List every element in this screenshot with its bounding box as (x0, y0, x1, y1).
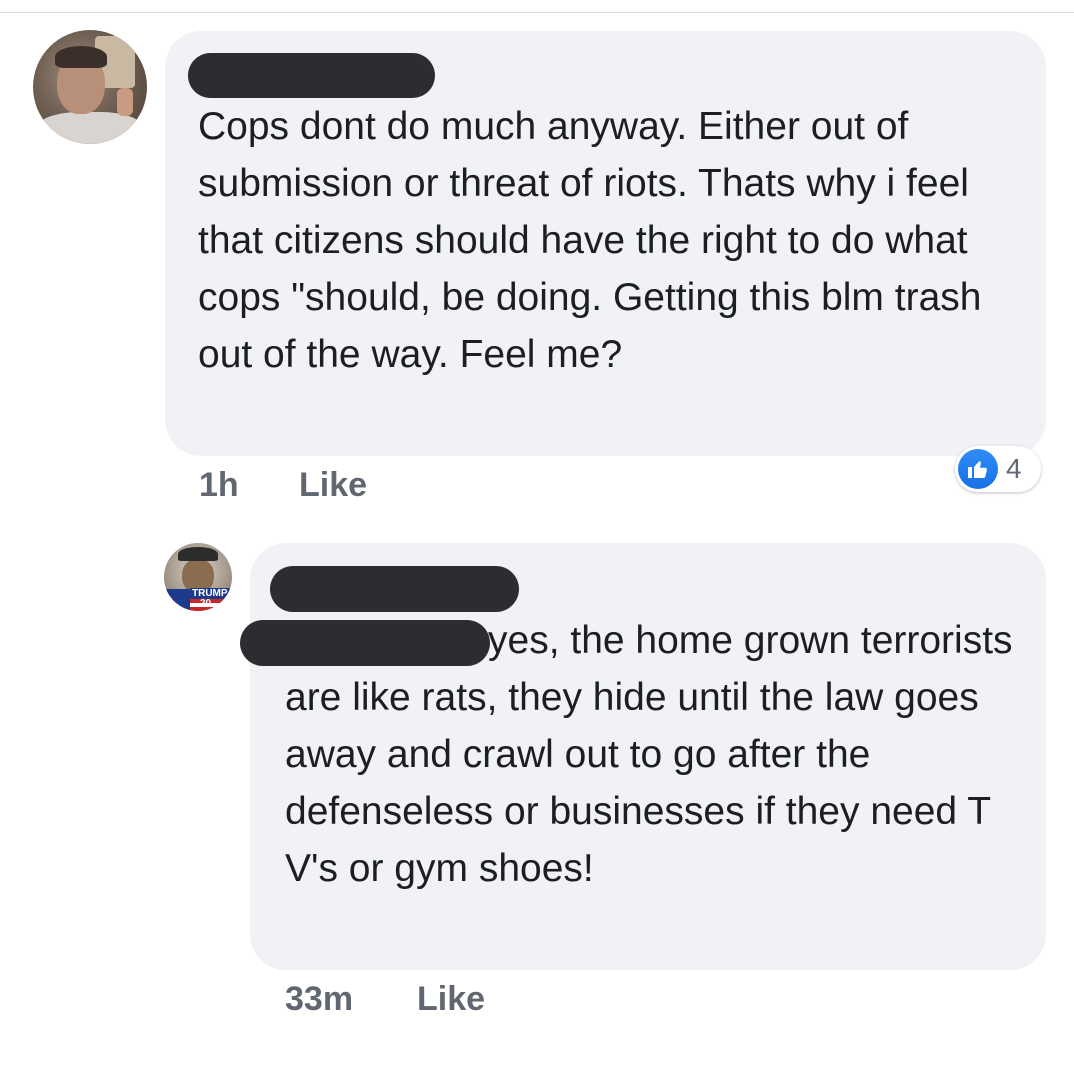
avatar-hair (55, 46, 107, 68)
avatar-badge-year: 20 (200, 598, 212, 609)
reply-like-button[interactable]: Like (417, 980, 485, 1019)
redacted-mention (240, 620, 490, 666)
top-divider (0, 12, 1074, 13)
reactions-summary[interactable]: 4 (955, 446, 1041, 492)
reply-avatar[interactable]: TRUMP 20 (164, 543, 232, 611)
avatar-cap (178, 547, 218, 561)
redacted-reply-name (270, 566, 519, 612)
comment-text: Cops dont do much anyway. Either out of … (198, 105, 993, 376)
reaction-count: 4 (1006, 453, 1022, 484)
avatar-peace-sign (117, 88, 133, 116)
comment-timestamp[interactable]: 1h (199, 466, 239, 505)
like-button[interactable]: Like (299, 466, 367, 505)
like-thumb-icon (958, 449, 998, 489)
commenter-avatar[interactable] (33, 30, 147, 144)
avatar-shirt (37, 112, 143, 144)
reply-timestamp[interactable]: 33m (285, 980, 353, 1019)
avatar-flag-canton (164, 589, 190, 611)
redacted-commenter-name (188, 53, 435, 98)
